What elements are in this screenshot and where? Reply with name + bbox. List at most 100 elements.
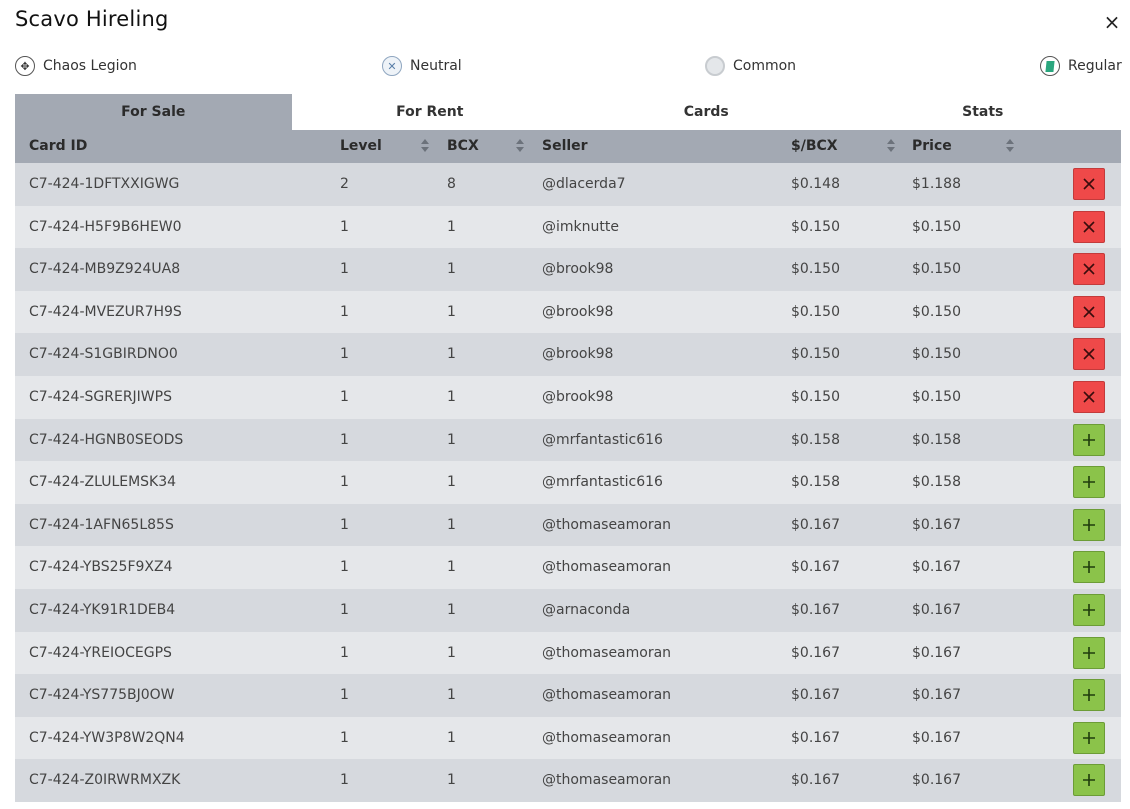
cell-price: $0.158 [912, 474, 961, 491]
table-row: C7-424-YREIOCEGPS 1 1 @thomaseamoran $0.167 $… [15, 631, 1121, 675]
cell-price: $1.188 [912, 176, 961, 192]
cell-seller[interactable]: @mrfantastic616 [542, 461, 663, 504]
attribute-element: ✕ Neutral [382, 54, 462, 78]
cell-level: 1 [340, 687, 349, 704]
cell-level: 1 [340, 729, 349, 746]
cell-seller[interactable]: @brook98 [542, 248, 613, 291]
cell-level: 1 [340, 218, 349, 235]
cell-price: $0.167 [912, 559, 961, 576]
cell-seller[interactable]: @thomaseamoran [542, 717, 671, 760]
cell-bcx: 1 [447, 729, 456, 746]
cell-seller[interactable]: @thomaseamoran [542, 504, 671, 547]
plus-icon [1082, 603, 1096, 617]
add-to-cart-button[interactable] [1073, 764, 1105, 797]
table-row: C7-424-Z0IRWRMXZK 1 1 @thomaseamoran $0.167 $… [15, 759, 1121, 802]
plus-icon [1082, 518, 1096, 532]
column-level[interactable]: Level [340, 130, 382, 163]
add-to-cart-button[interactable] [1073, 593, 1105, 626]
cell-bcx: 1 [447, 687, 456, 704]
sort-price-icon[interactable] [1006, 139, 1014, 154]
cell-seller[interactable]: @brook98 [542, 291, 613, 334]
table-row: C7-424-1DFTXXIGWG 2 8 @dlacerda7 $0.148 $1.18… [15, 163, 1121, 206]
close-icon [1082, 305, 1096, 319]
cell-per-bcx: $0.167 [791, 644, 840, 661]
attribute-label: Chaos Legion [43, 58, 137, 74]
close-icon [1082, 262, 1096, 276]
cell-level: 1 [340, 772, 349, 789]
cell-per-bcx: $0.167 [791, 772, 840, 789]
remove-from-cart-button[interactable] [1073, 380, 1105, 413]
table-row: C7-424-YW3P8W2QN4 1 1 @thomaseamoran $0.167 $… [15, 716, 1121, 760]
tab-stats[interactable]: Stats [844, 94, 1121, 130]
tab-for-sale[interactable]: For Sale [15, 94, 292, 130]
cell-price: $0.167 [912, 601, 961, 618]
attribute-label: Regular [1068, 58, 1122, 74]
cell-seller[interactable]: @thomaseamoran [542, 674, 671, 717]
cell-per-bcx: $0.150 [791, 388, 840, 405]
close-icon [1082, 390, 1096, 404]
modal-title: Scavo Hireling [15, 7, 169, 31]
remove-from-cart-button[interactable] [1073, 253, 1105, 286]
sort-bcx-icon[interactable] [516, 139, 524, 154]
cell-seller[interactable]: @thomaseamoran [542, 759, 671, 802]
cell-seller[interactable]: @thomaseamoran [542, 546, 671, 589]
tab-for-rent[interactable]: For Rent [291, 94, 568, 130]
add-to-cart-button[interactable] [1073, 466, 1105, 499]
plus-icon [1082, 731, 1096, 745]
cell-seller[interactable]: @dlacerda7 [542, 163, 626, 206]
cell-seller[interactable]: @thomaseamoran [542, 632, 671, 675]
sort-level-icon[interactable] [421, 139, 429, 154]
cell-seller[interactable]: @brook98 [542, 333, 613, 376]
cell-card-id: C7-424-Z0IRWRMXZK [29, 772, 181, 789]
market-tabs: For Sale For Rent Cards Stats [15, 94, 1121, 130]
cell-price: $0.167 [912, 729, 961, 746]
cell-seller[interactable]: @arnaconda [542, 589, 630, 632]
table-header: Card ID Level BCX Seller $/BCX Price [15, 130, 1121, 163]
cell-per-bcx: $0.167 [791, 687, 840, 704]
cell-bcx: 1 [447, 388, 456, 405]
add-to-cart-button[interactable] [1073, 551, 1105, 584]
cell-bcx: 1 [447, 431, 456, 448]
cell-bcx: 1 [447, 346, 456, 363]
cell-bcx: 8 [447, 176, 456, 192]
table-row: C7-424-SGRERJIWPS 1 1 @brook98 $0.150 $0.150 [15, 375, 1121, 419]
cell-price: $0.150 [912, 388, 961, 405]
remove-from-cart-button[interactable] [1073, 168, 1105, 200]
remove-from-cart-button[interactable] [1073, 338, 1105, 371]
remove-from-cart-button[interactable] [1073, 295, 1105, 328]
add-to-cart-button[interactable] [1073, 508, 1105, 541]
cell-card-id: C7-424-MVEZUR7H9S [29, 303, 182, 320]
cell-card-id: C7-424-ZLULEMSK34 [29, 474, 177, 491]
cell-card-id: C7-424-YW3P8W2QN4 [29, 729, 185, 746]
remove-from-cart-button[interactable] [1073, 210, 1105, 243]
cell-card-id: C7-424-S1GBIRDNO0 [29, 346, 178, 363]
cell-card-id: C7-424-HGNB0SEODS [29, 431, 184, 448]
cell-bcx: 1 [447, 772, 456, 789]
tab-cards[interactable]: Cards [568, 94, 845, 130]
cell-per-bcx: $0.150 [791, 218, 840, 235]
cell-per-bcx: $0.167 [791, 601, 840, 618]
add-to-cart-button[interactable] [1073, 721, 1105, 754]
sort-per-bcx-icon[interactable] [887, 139, 895, 154]
column-per-bcx[interactable]: $/BCX [791, 130, 838, 163]
cell-level: 2 [340, 176, 349, 192]
cell-seller[interactable]: @brook98 [542, 376, 613, 419]
regular-edition-icon [1040, 56, 1060, 76]
cell-seller[interactable]: @imknutte [542, 206, 619, 249]
cell-level: 1 [340, 431, 349, 448]
cell-level: 1 [340, 559, 349, 576]
cell-card-id: C7-424-YBS25F9XZ4 [29, 559, 173, 576]
column-price[interactable]: Price [912, 130, 952, 163]
plus-icon [1082, 646, 1096, 660]
close-icon[interactable]: × [1100, 10, 1124, 34]
cell-price: $0.150 [912, 261, 961, 278]
cell-per-bcx: $0.167 [791, 559, 840, 576]
add-to-cart-button[interactable] [1073, 636, 1105, 669]
cell-bcx: 1 [447, 559, 456, 576]
add-to-cart-button[interactable] [1073, 423, 1105, 456]
cell-level: 1 [340, 474, 349, 491]
cell-bcx: 1 [447, 261, 456, 278]
add-to-cart-button[interactable] [1073, 679, 1105, 712]
cell-seller[interactable]: @mrfantastic616 [542, 419, 663, 462]
column-bcx[interactable]: BCX [447, 130, 479, 163]
